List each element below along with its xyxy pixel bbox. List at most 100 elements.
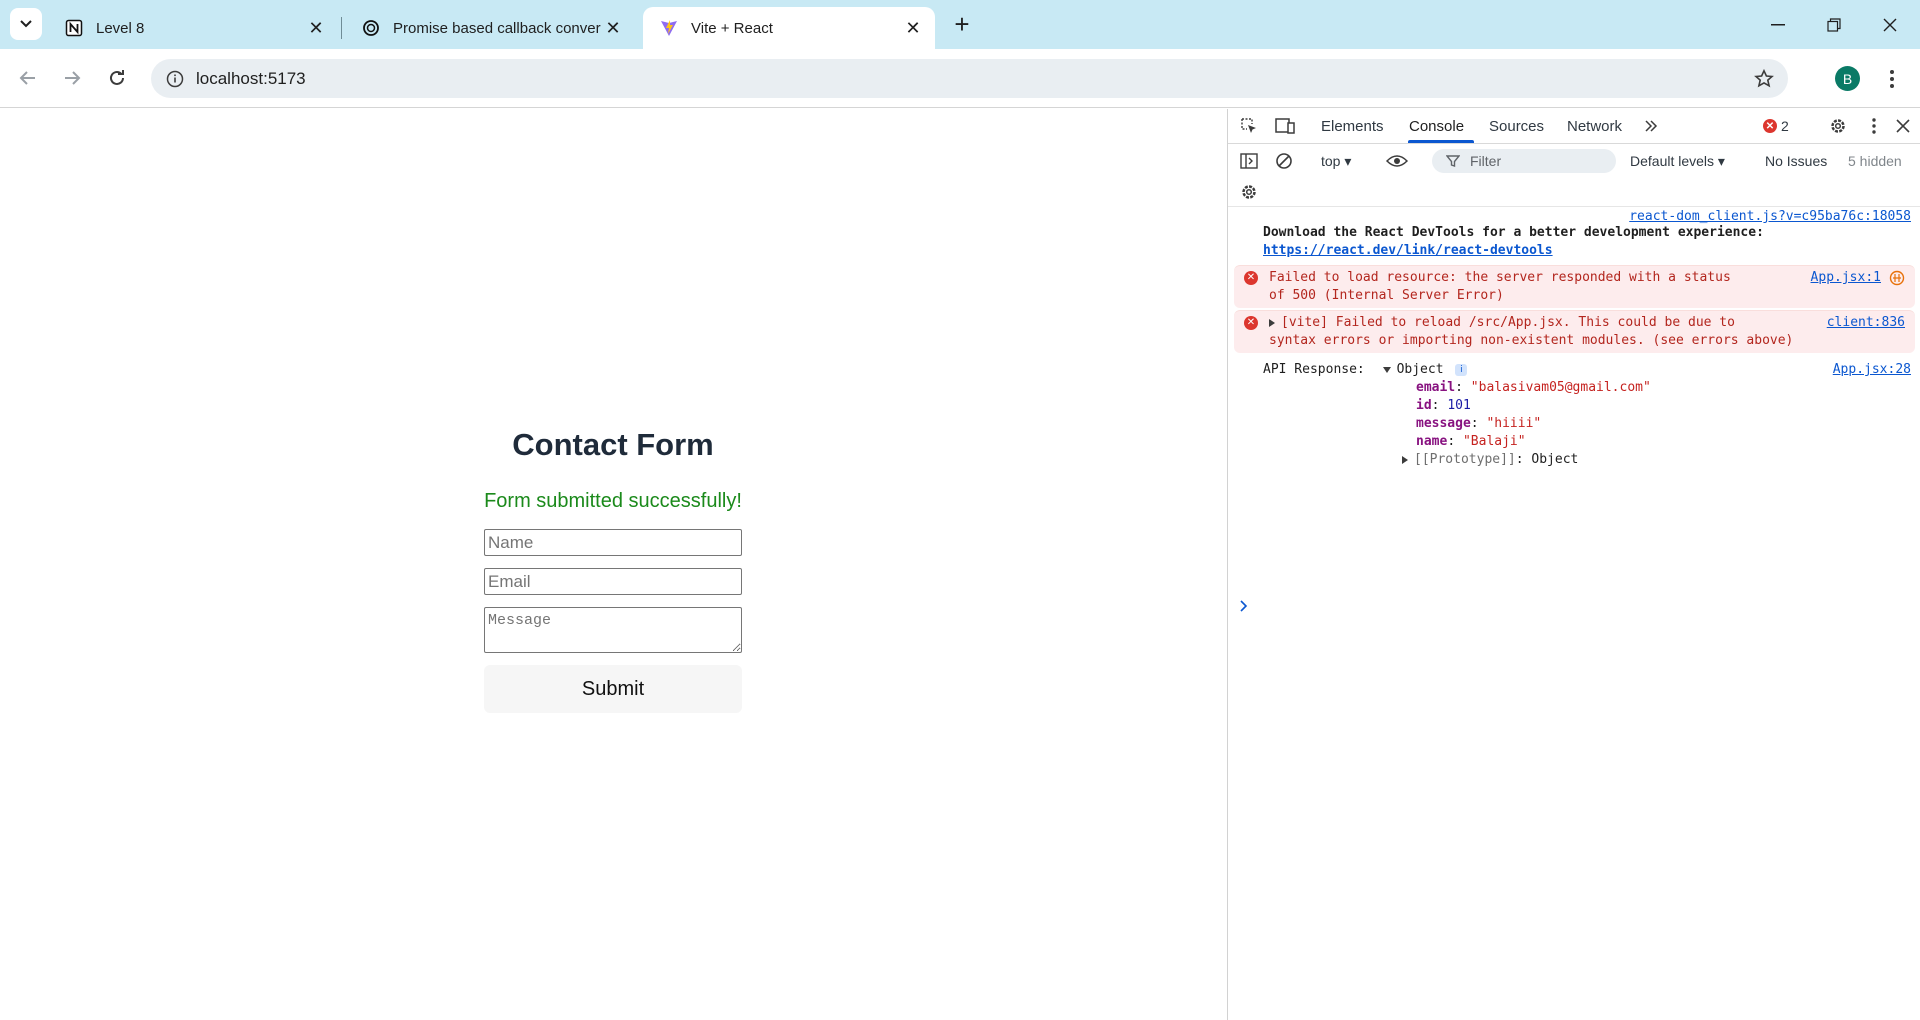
property-key: message bbox=[1416, 416, 1471, 431]
devtools-menu-icon[interactable] bbox=[1861, 113, 1887, 139]
log-label: API Response: bbox=[1263, 362, 1365, 377]
filter-icon bbox=[1446, 155, 1460, 167]
property-value: "Balaji" bbox=[1462, 434, 1526, 449]
devtools-tab-elements[interactable]: Elements bbox=[1321, 118, 1384, 135]
new-tab-button[interactable]: + bbox=[948, 9, 976, 39]
console-settings-row bbox=[1228, 177, 1920, 207]
object-property: name: "Balaji" bbox=[1416, 434, 1526, 449]
error-icon: ✕ bbox=[1244, 316, 1258, 330]
console-source-link[interactable]: react-dom_client.js?v=c95ba76c:18058 bbox=[1228, 209, 1920, 224]
site-info-icon[interactable] bbox=[163, 67, 187, 91]
log-levels-dropdown[interactable]: Default levels ▾ bbox=[1630, 153, 1725, 170]
tab-title: Promise based callback convers bbox=[393, 19, 601, 37]
reload-button[interactable] bbox=[101, 62, 133, 94]
tab-search-button[interactable] bbox=[10, 8, 42, 40]
close-icon[interactable]: ✕ bbox=[601, 16, 625, 40]
object-toggle[interactable]: Object bbox=[1382, 362, 1444, 377]
reload-icon bbox=[110, 70, 124, 85]
error-count-badge[interactable]: ✕ 2 bbox=[1763, 118, 1789, 134]
object-property: message: "hiiii" bbox=[1416, 416, 1542, 431]
prototype-value: Object bbox=[1531, 452, 1579, 467]
console-source-link[interactable]: client:836 bbox=[1827, 314, 1905, 332]
console-prompt[interactable] bbox=[1240, 597, 1248, 616]
back-button[interactable] bbox=[12, 62, 44, 94]
email-input[interactable] bbox=[484, 568, 742, 595]
address-bar[interactable]: localhost:5173 bbox=[151, 59, 1788, 98]
error-text: syntax errors or importing non-existent … bbox=[1269, 333, 1794, 348]
console-filter-input[interactable]: Filter bbox=[1432, 149, 1616, 173]
object-property: email: "balasivam05@gmail.com" bbox=[1416, 380, 1651, 395]
devtools-tab-console[interactable]: Console bbox=[1409, 118, 1464, 135]
devtools-tab-sources[interactable]: Sources bbox=[1489, 118, 1544, 135]
prompt-chevron-icon bbox=[1240, 600, 1248, 612]
prototype-row[interactable]: [[Prototype]]: Object bbox=[1402, 451, 1913, 469]
submit-button[interactable]: Submit bbox=[484, 665, 742, 713]
hidden-count: 5 hidden bbox=[1848, 153, 1902, 169]
more-tabs-icon[interactable] bbox=[1638, 113, 1664, 139]
close-icon[interactable]: ✕ bbox=[901, 16, 925, 40]
name-input[interactable] bbox=[484, 529, 742, 556]
property-key: email bbox=[1416, 380, 1456, 395]
context-selector[interactable]: top ▾ bbox=[1321, 153, 1351, 170]
bookmark-star-icon[interactable] bbox=[1752, 67, 1776, 91]
tab-level-8[interactable]: Level 8 ✕ bbox=[48, 7, 338, 49]
live-expression-eye-icon[interactable] bbox=[1384, 148, 1410, 174]
console-source-link[interactable]: App.jsx:28 bbox=[1833, 361, 1911, 379]
log-levels-value: Default levels bbox=[1630, 153, 1715, 169]
message-text: Download the React DevTools for a better… bbox=[1263, 225, 1764, 240]
object-type: Object bbox=[1396, 362, 1444, 377]
active-tab-indicator bbox=[1408, 140, 1474, 143]
device-toolbar-icon[interactable] bbox=[1272, 113, 1298, 139]
devtools-settings-icon[interactable] bbox=[1825, 113, 1851, 139]
message-textarea[interactable] bbox=[484, 607, 742, 653]
url-text: localhost:5173 bbox=[196, 69, 306, 88]
restore-button[interactable] bbox=[1806, 0, 1862, 49]
sidebar-toggle-icon[interactable] bbox=[1236, 148, 1262, 174]
close-icon[interactable]: ✕ bbox=[304, 16, 328, 40]
browser-menu-button[interactable] bbox=[1880, 63, 1904, 95]
window-close-button[interactable] bbox=[1862, 0, 1918, 49]
tab-title: Vite + React bbox=[691, 19, 773, 37]
devtools-panel: Elements Console Sources Network ✕ 2 top bbox=[1227, 109, 1920, 1020]
info-icon[interactable]: i bbox=[1455, 363, 1468, 376]
profile-avatar[interactable]: B bbox=[1835, 66, 1860, 91]
error-text: [vite] Failed to reload /src/App.jsx. Th… bbox=[1281, 315, 1735, 330]
console-source-link[interactable]: App.jsx:1 bbox=[1811, 269, 1881, 287]
expand-triangle-icon bbox=[1402, 455, 1408, 464]
restore-icon bbox=[1827, 17, 1841, 32]
tab-promise-callback[interactable]: Promise based callback convers ✕ bbox=[345, 7, 635, 49]
notion-icon bbox=[64, 18, 84, 38]
devtools-tab-network[interactable]: Network bbox=[1567, 118, 1622, 135]
form-title: Contact Form bbox=[512, 427, 714, 462]
kebab-menu-icon bbox=[1890, 70, 1894, 88]
expand-triangle-icon[interactable] bbox=[1269, 318, 1275, 327]
property-value: "hiiii" bbox=[1486, 416, 1542, 431]
console-toolbar: top ▾ Filter Default levels ▾ No Issues … bbox=[1228, 145, 1920, 177]
tab-title: Level 8 bbox=[96, 19, 145, 37]
tab-vite-react[interactable]: Vite + React ✕ bbox=[643, 7, 935, 49]
devtools-tab-bar: Elements Console Sources Network ✕ 2 bbox=[1228, 109, 1920, 144]
devtools-link[interactable]: https://react.dev/link/react-devtools bbox=[1263, 242, 1913, 260]
devtools-close-icon[interactable] bbox=[1890, 113, 1916, 139]
error-icon: ✕ bbox=[1244, 271, 1258, 285]
network-request-icon[interactable] bbox=[1889, 270, 1905, 292]
collapse-triangle-icon bbox=[1382, 366, 1391, 373]
error-icon: ✕ bbox=[1763, 119, 1777, 133]
inspect-element-icon[interactable] bbox=[1236, 113, 1262, 139]
minimize-button[interactable] bbox=[1750, 0, 1806, 49]
error-text: of 500 (Internal Server Error) bbox=[1269, 288, 1504, 303]
property-value: 101 bbox=[1447, 398, 1471, 413]
clear-console-icon[interactable] bbox=[1271, 148, 1297, 174]
minimize-icon bbox=[1771, 23, 1785, 25]
tab-strip: Level 8 ✕ Promise based callback convers… bbox=[0, 0, 1920, 49]
forward-button[interactable] bbox=[56, 62, 88, 94]
prototype-key: [[Prototype]] bbox=[1414, 452, 1516, 467]
error-line: [vite] Failed to reload /src/App.jsx. Th… bbox=[1269, 314, 1907, 332]
issues-button[interactable]: No Issues bbox=[1765, 153, 1827, 169]
property-value: "balasivam05@gmail.com" bbox=[1470, 380, 1651, 395]
property-key: name bbox=[1416, 434, 1448, 449]
filter-placeholder: Filter bbox=[1470, 153, 1502, 169]
console-message: Download the React DevTools for a better… bbox=[1228, 224, 1920, 263]
vite-icon bbox=[659, 18, 679, 38]
console-settings-icon[interactable] bbox=[1236, 179, 1262, 205]
